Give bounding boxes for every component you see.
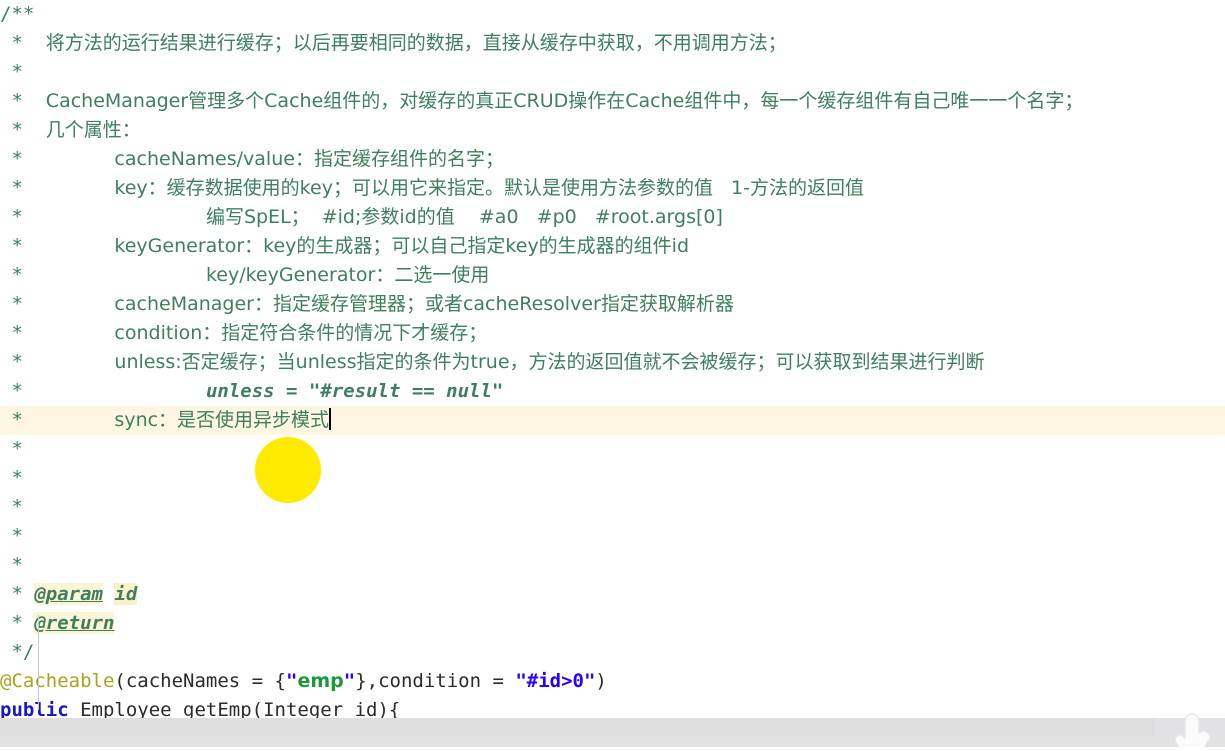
code-line-doc-10[interactable]: * condition：指定符合条件的情况下才缓存；: [0, 319, 1225, 348]
comment-star: *: [11, 177, 23, 199]
doc-text-12: unless = "#result == null": [205, 380, 504, 402]
comment-star: *: [11, 293, 23, 315]
code-line-doc-18[interactable]: *: [0, 551, 1225, 580]
indent-guide-line: [38, 615, 39, 710]
code-line-doc-9[interactable]: * cacheManager：指定缓存管理器；或者cacheResolver指定…: [0, 290, 1225, 319]
comment-star: *: [11, 438, 23, 460]
doc-text-11: unless:否定缓存；当unless指定的条件为true，方法的返回值就不会被…: [114, 351, 985, 373]
text-caret: [329, 408, 332, 430]
code-line-doc-13-current[interactable]: * sync：是否使用异步模式: [0, 406, 1225, 435]
doc-text-2: CacheManager管理多个Cache组件的，对缓存的真正CRUD操作在Ca…: [45, 90, 1084, 112]
comment-star: *: [11, 61, 23, 83]
code-line-doc-3[interactable]: * 几个属性：: [0, 116, 1225, 145]
doc-text-8: key/keyGenerator：二选一使用: [205, 264, 490, 286]
comment-star: *: [11, 90, 23, 112]
javadoc-return-tag[interactable]: @return: [34, 612, 115, 634]
code-line-doc-5[interactable]: * key：缓存数据使用的key；可以用它来指定。默认是使用方法参数的值 1-方…: [0, 174, 1225, 203]
comment-open-token: /**: [0, 3, 35, 25]
comment-star: *: [11, 119, 23, 141]
comment-star: *: [11, 380, 23, 402]
comment-star: *: [11, 409, 23, 431]
comment-star: *: [11, 322, 23, 344]
code-line-comment-close[interactable]: */: [0, 638, 1225, 667]
doc-text-3: 几个属性：: [45, 119, 141, 141]
method-signature-rest: Employee getEmp(Integer id){: [68, 699, 401, 718]
code-line-doc-14[interactable]: *: [0, 435, 1225, 464]
comment-star: *: [11, 525, 23, 547]
annotation-quote-close: ": [343, 670, 356, 692]
doc-text-9: cacheManager：指定缓存管理器；或者cacheResolver指定获取…: [114, 293, 734, 315]
annotation-condition: "#id>0": [515, 670, 596, 692]
code-line-method-signature[interactable]: public Employee getEmp(Integer id){: [0, 696, 1225, 718]
annotation-cache-name: emp: [297, 670, 344, 692]
comment-star: *: [11, 351, 23, 373]
code-line-comment-open[interactable]: /**: [0, 0, 1225, 29]
annotation-args-mid: },condition =: [355, 670, 516, 692]
code-line-param-tag[interactable]: * @param id: [0, 580, 1225, 609]
comment-star: *: [11, 235, 23, 257]
code-line-return-tag[interactable]: * @return: [0, 609, 1225, 638]
code-line-doc-4[interactable]: * cacheNames/value：指定缓存组件的名字；: [0, 145, 1225, 174]
code-line-doc-7[interactable]: * keyGenerator：key的生成器；可以自己指定key的生成器的组件i…: [0, 232, 1225, 261]
comment-star: *: [11, 583, 23, 605]
code-line-doc-1[interactable]: *: [0, 58, 1225, 87]
code-line-doc-15[interactable]: *: [0, 464, 1225, 493]
comment-star: *: [11, 32, 23, 54]
annotation-args-open: (cacheNames = {: [114, 670, 286, 692]
doc-text-4: cacheNames/value：指定缓存组件的名字；: [114, 148, 504, 170]
code-line-annotation[interactable]: @Cacheable(cacheNames = {"emp"},conditio…: [0, 667, 1225, 696]
comment-close-token: */: [11, 641, 35, 663]
code-line-doc-6[interactable]: * 编写SpEL； #id;参数id的值 #a0 #p0 #root.args[…: [0, 203, 1225, 232]
comment-star: *: [11, 206, 23, 228]
comment-star: *: [11, 496, 23, 518]
code-line-doc-11[interactable]: * unless:否定缓存；当unless指定的条件为true，方法的返回值就不…: [0, 348, 1225, 377]
comment-star: *: [11, 264, 23, 286]
editor-bottom-bar[interactable]: [0, 718, 1225, 747]
code-editor[interactable]: /** * 将方法的运行结果进行缓存；以后再要相同的数据，直接从缓存中获取，不用…: [0, 0, 1225, 751]
editor-code-area[interactable]: /** * 将方法的运行结果进行缓存；以后再要相同的数据，直接从缓存中获取，不用…: [0, 0, 1225, 718]
doc-text-6: 编写SpEL； #id;参数id的值 #a0 #p0 #root.args[0]: [205, 206, 723, 228]
annotation-quote-open: ": [285, 670, 298, 692]
doc-text-0: 将方法的运行结果进行缓存；以后再要相同的数据，直接从缓存中获取，不用调用方法；: [45, 32, 787, 54]
code-line-doc-2[interactable]: * CacheManager管理多个Cache组件的，对缓存的真正CRUD操作在…: [0, 87, 1225, 116]
code-line-doc-17[interactable]: *: [0, 522, 1225, 551]
code-line-doc-16[interactable]: *: [0, 493, 1225, 522]
yellow-circle-annotation: [255, 437, 321, 503]
doc-text-5: key：缓存数据使用的key；可以用它来指定。默认是使用方法参数的值 1-方法的…: [114, 177, 865, 199]
code-line-doc-0[interactable]: * 将方法的运行结果进行缓存；以后再要相同的数据，直接从缓存中获取，不用调用方法…: [0, 29, 1225, 58]
doc-text-10: condition：指定符合条件的情况下才缓存；: [114, 322, 488, 344]
comment-star: *: [11, 612, 23, 634]
doc-text-7: keyGenerator：key的生成器；可以自己指定key的生成器的组件id: [114, 235, 690, 257]
horizontal-scrollbar[interactable]: [0, 718, 1155, 736]
comment-star: *: [11, 467, 23, 489]
comment-star: *: [11, 554, 23, 576]
doc-text-13: sync：是否使用异步模式: [114, 409, 330, 431]
cacheable-annotation[interactable]: @Cacheable: [0, 670, 114, 692]
code-line-doc-8[interactable]: * key/keyGenerator：二选一使用: [0, 261, 1225, 290]
javadoc-param-tag[interactable]: @param: [34, 583, 103, 605]
annotation-args-close: ): [595, 670, 607, 692]
keyword-public: public: [0, 699, 69, 718]
javadoc-param-name: id: [114, 583, 138, 605]
comment-star: *: [11, 148, 23, 170]
code-line-doc-12[interactable]: * unless = "#result == null": [0, 377, 1225, 406]
